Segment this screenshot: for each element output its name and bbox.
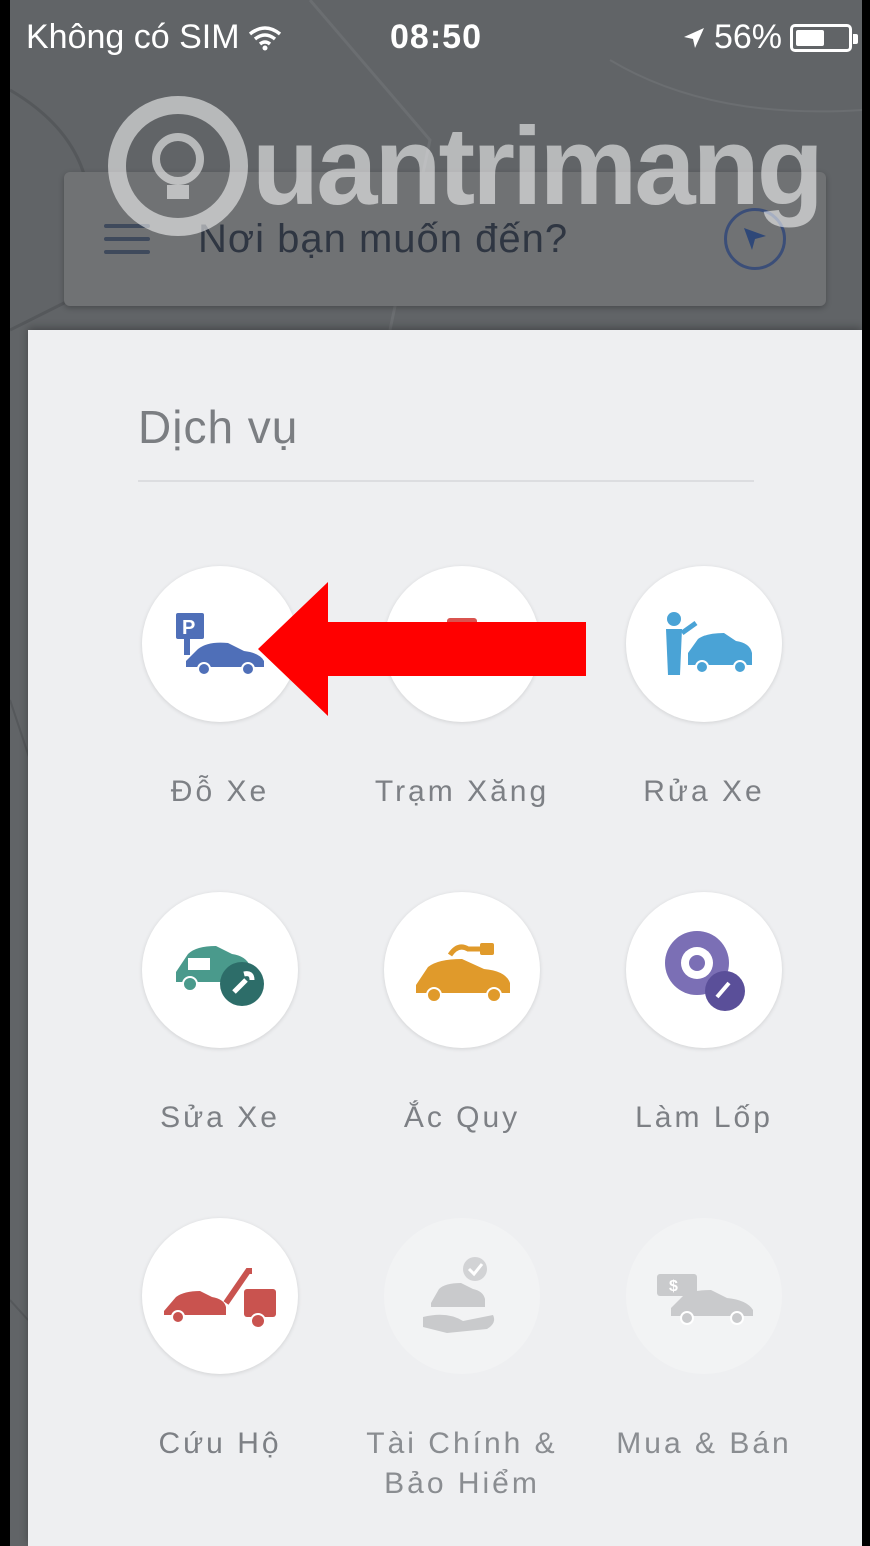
svg-text:P: P xyxy=(182,617,195,639)
battery-fill xyxy=(796,29,824,46)
divider xyxy=(138,480,754,482)
buy-sell-icon: $ xyxy=(657,1274,753,1325)
battery-car-icon xyxy=(416,943,510,1003)
phone-screen: Không có SIM 08:50 56% uantrimang Nơi bạ… xyxy=(10,0,862,1546)
service-circle[interactable] xyxy=(142,1218,298,1374)
service-circle[interactable] xyxy=(142,892,298,1048)
service-circle[interactable] xyxy=(626,892,782,1048)
battery-icon xyxy=(790,23,858,52)
service-label: Trạm Xăng xyxy=(374,775,550,808)
red-arrow-annotation xyxy=(258,582,586,716)
service-label: Đỗ Xe xyxy=(170,775,270,808)
finance-insurance-icon xyxy=(423,1257,495,1333)
service-finance-insurance[interactable]: Tài Chính & Bảo Hiểm xyxy=(362,1218,562,1504)
hamburger-menu-icon[interactable] xyxy=(104,224,150,254)
service-label: Làm Lốp xyxy=(635,1101,773,1134)
location-arrow-icon xyxy=(683,27,704,48)
service-label: Tài Chính & Bảo Hiểm xyxy=(366,1427,558,1500)
svg-text:$: $ xyxy=(669,1278,678,1295)
service-circle[interactable] xyxy=(384,892,540,1048)
service-label: Ắc Quy xyxy=(403,1101,521,1134)
service-car-wash[interactable]: Rửa Xe xyxy=(604,566,804,812)
service-circle[interactable] xyxy=(626,566,782,722)
service-rescue[interactable]: Cứu Hộ xyxy=(120,1218,320,1464)
tow-truck-icon xyxy=(164,1268,276,1329)
battery-percent: 56% xyxy=(713,18,782,56)
service-label: Mua & Bán xyxy=(616,1427,792,1460)
car-wash-icon xyxy=(666,612,752,675)
search-input[interactable]: Nơi bạn muốn đến? xyxy=(198,217,724,262)
services-title: Dịch vụ xyxy=(138,401,299,453)
navigation-arrow-icon xyxy=(744,228,766,250)
service-label: Rửa Xe xyxy=(643,775,765,808)
locate-me-button[interactable] xyxy=(724,208,786,270)
service-label: Cứu Hộ xyxy=(158,1427,282,1460)
parking-car-icon: P xyxy=(176,613,264,676)
car-repair-icon xyxy=(176,946,264,1006)
tire-icon xyxy=(665,931,745,1011)
service-buy-sell[interactable]: $ Mua & Bán xyxy=(604,1218,804,1464)
service-battery[interactable]: Ắc Quy xyxy=(362,892,562,1138)
service-circle[interactable] xyxy=(384,1218,540,1374)
search-bar[interactable]: Nơi bạn muốn đến? xyxy=(64,172,826,306)
service-label: Sửa Xe xyxy=(160,1101,280,1134)
services-sheet: Dịch vụ P Đỗ Xe Trạm Xăng Rửa Xe Sửa Xe … xyxy=(28,330,862,1546)
service-tire[interactable]: Làm Lốp xyxy=(604,892,804,1138)
status-bar: Không có SIM 08:50 56% xyxy=(10,0,862,72)
service-circle[interactable]: $ xyxy=(626,1218,782,1374)
service-car-repair[interactable]: Sửa Xe xyxy=(120,892,320,1138)
status-right: 56% xyxy=(682,18,858,57)
